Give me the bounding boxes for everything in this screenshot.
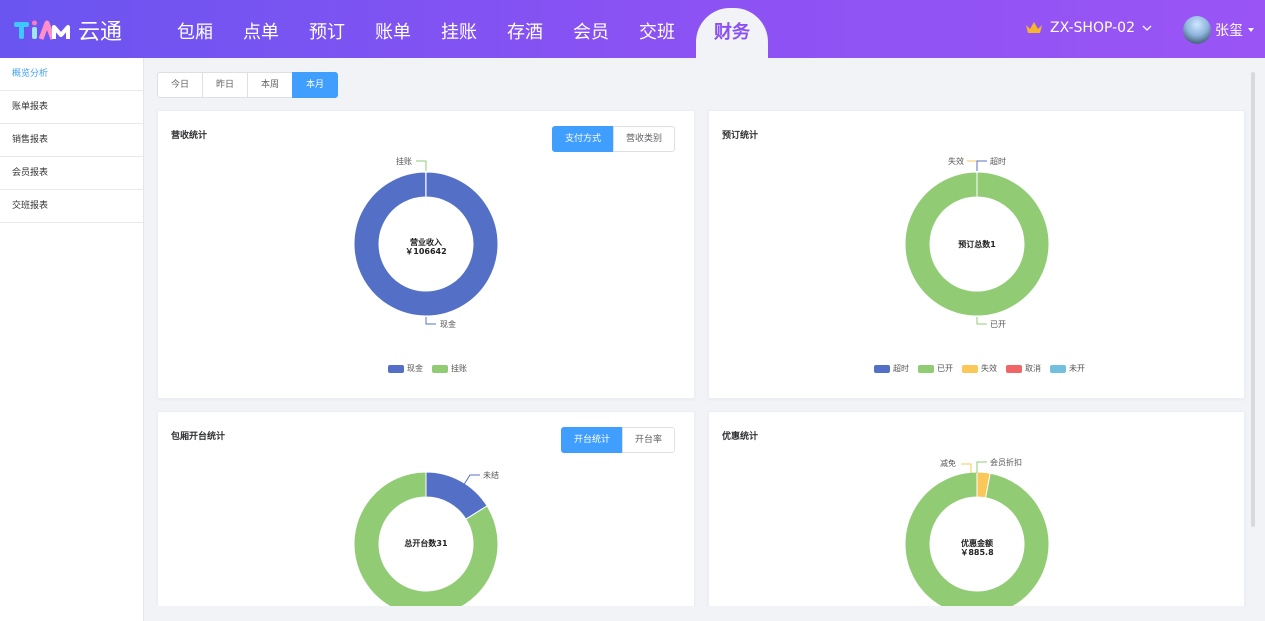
legend-item[interactable]: 未开	[1050, 363, 1085, 374]
legend-label: 超时	[893, 364, 909, 373]
legend-swatch	[962, 364, 978, 373]
logo-mark-icon	[14, 20, 70, 40]
leader-line	[967, 160, 978, 171]
legend-label: 挂账	[451, 364, 467, 373]
legend-item[interactable]: 超时	[874, 363, 909, 374]
revenue-center-text: 营业收入 ￥106642	[381, 238, 471, 256]
legend-swatch	[388, 364, 404, 373]
legend: 超时 已开 失效 取消 未开	[874, 363, 1085, 374]
slice-label-member-discount: 会员折扣	[990, 458, 1022, 467]
legend-swatch	[432, 364, 448, 373]
booking-card: 预订统计 失效 超时 已开 预订总数1 超时 已开 失效 取消 未开	[708, 110, 1245, 399]
avatar	[1183, 16, 1211, 44]
legend-label: 未开	[1069, 364, 1085, 373]
logo[interactable]: 云通	[14, 16, 123, 45]
period-tabs: 今日 昨日 本周 本月	[157, 72, 339, 98]
slice-label-expired: 失效	[948, 157, 964, 166]
nav-item-shift[interactable]: 交班	[624, 0, 690, 58]
nav-item-finance[interactable]: 财务	[696, 8, 768, 58]
leader-line	[416, 160, 427, 171]
legend-label: 现金	[407, 364, 423, 373]
nav-item-bills[interactable]: 账单	[360, 0, 426, 58]
main-nav: 包厢 点单 预订 账单 挂账 存酒 会员 交班 财务	[162, 0, 768, 58]
slice-label-opened: 已开	[990, 320, 1006, 329]
top-header: 云通 包厢 点单 预订 账单 挂账 存酒 会员 交班 财务 ZX-SHOP-02…	[0, 0, 1265, 58]
rooms-donut-chart	[353, 471, 499, 617]
discount-center-text: 优惠金额 ￥885.8	[932, 539, 1022, 557]
scrollbar[interactable]	[1251, 72, 1255, 527]
booking-donut-chart	[904, 160, 1050, 325]
center-value: ￥885.8	[960, 548, 994, 557]
tab-this-month[interactable]: 本月	[292, 72, 339, 98]
legend-label: 失效	[981, 364, 997, 373]
legend-swatch	[874, 364, 890, 373]
sidebar-item-bill-report[interactable]: 账单报表	[0, 91, 143, 124]
legend-item[interactable]: 现金	[388, 363, 423, 374]
nav-item-booking[interactable]: 预订	[294, 0, 360, 58]
legend-swatch	[918, 364, 934, 373]
tab-this-week[interactable]: 本周	[247, 72, 294, 98]
center-label: 总开台数31	[404, 539, 448, 548]
legend-item[interactable]: 已开	[918, 363, 953, 374]
discount-card: 优惠统计 减免 会员折扣 优惠金额 ￥885.8	[708, 411, 1245, 621]
leader-line	[961, 463, 972, 473]
leader-line	[976, 317, 987, 325]
discount-donut-chart	[904, 461, 1050, 617]
user-menu[interactable]: 张玺	[1183, 16, 1255, 44]
legend-item[interactable]: 取消	[1006, 363, 1041, 374]
tab-yesterday[interactable]: 昨日	[202, 72, 249, 98]
sidebar-item-sales-report[interactable]: 销售报表	[0, 124, 143, 157]
nav-item-wine-storage[interactable]: 存酒	[492, 0, 558, 58]
tab-today[interactable]: 今日	[157, 72, 204, 98]
rooms-center-text: 总开台数31	[381, 539, 471, 548]
leader-line	[976, 461, 987, 473]
center-label: 营业收入	[410, 238, 442, 247]
slice-label-unsettled: 未结	[483, 471, 499, 480]
sidebar-item-overview[interactable]: 概览分析	[0, 58, 143, 91]
leader-line	[976, 160, 987, 171]
rooms-card: 包厢开台统计 开台统计 开台率 未结 总开台数31	[157, 411, 695, 621]
revenue-card: 营收统计 支付方式 营收类别 挂账 现金 营业收入 ￥106642 现金 挂账	[157, 110, 695, 399]
legend-item[interactable]: 失效	[962, 363, 997, 374]
leader-line	[425, 317, 436, 325]
nav-item-members[interactable]: 会员	[558, 0, 624, 58]
sidebar-item-member-report[interactable]: 会员报表	[0, 157, 143, 190]
legend-item[interactable]: 挂账	[432, 363, 467, 374]
user-name: 张玺	[1215, 23, 1243, 39]
legend-swatch	[1006, 364, 1022, 373]
legend-swatch	[1050, 364, 1066, 373]
legend: 现金 挂账	[388, 363, 467, 374]
sidebar-item-shift-report[interactable]: 交班报表	[0, 190, 143, 223]
shop-name: ZX-SHOP-02	[1050, 20, 1135, 36]
crown-icon	[1026, 22, 1042, 33]
legend-label: 取消	[1025, 364, 1041, 373]
chevron-down-icon	[1142, 25, 1152, 31]
caret-down-icon	[1248, 28, 1254, 32]
sidebar: 概览分析 账单报表 销售报表 会员报表 交班报表	[0, 58, 144, 621]
center-label: 优惠金额	[961, 539, 993, 548]
bottom-gutter	[144, 606, 1265, 621]
center-label: 预订总数1	[958, 240, 996, 249]
legend-label: 已开	[937, 364, 953, 373]
slice-label-reduction: 减免	[940, 459, 956, 468]
slice-label-credit: 挂账	[396, 157, 412, 166]
shop-selector[interactable]: ZX-SHOP-02	[1025, 20, 1152, 36]
slice-label-overtime: 超时	[990, 157, 1006, 166]
center-value: ￥106642	[405, 247, 447, 256]
nav-item-credit[interactable]: 挂账	[426, 0, 492, 58]
nav-item-order[interactable]: 点单	[228, 0, 294, 58]
slice-label-cash: 现金	[440, 320, 456, 329]
nav-item-rooms[interactable]: 包厢	[162, 0, 228, 58]
logo-text: 云通	[78, 20, 123, 45]
booking-center-text: 预订总数1	[932, 240, 1022, 249]
